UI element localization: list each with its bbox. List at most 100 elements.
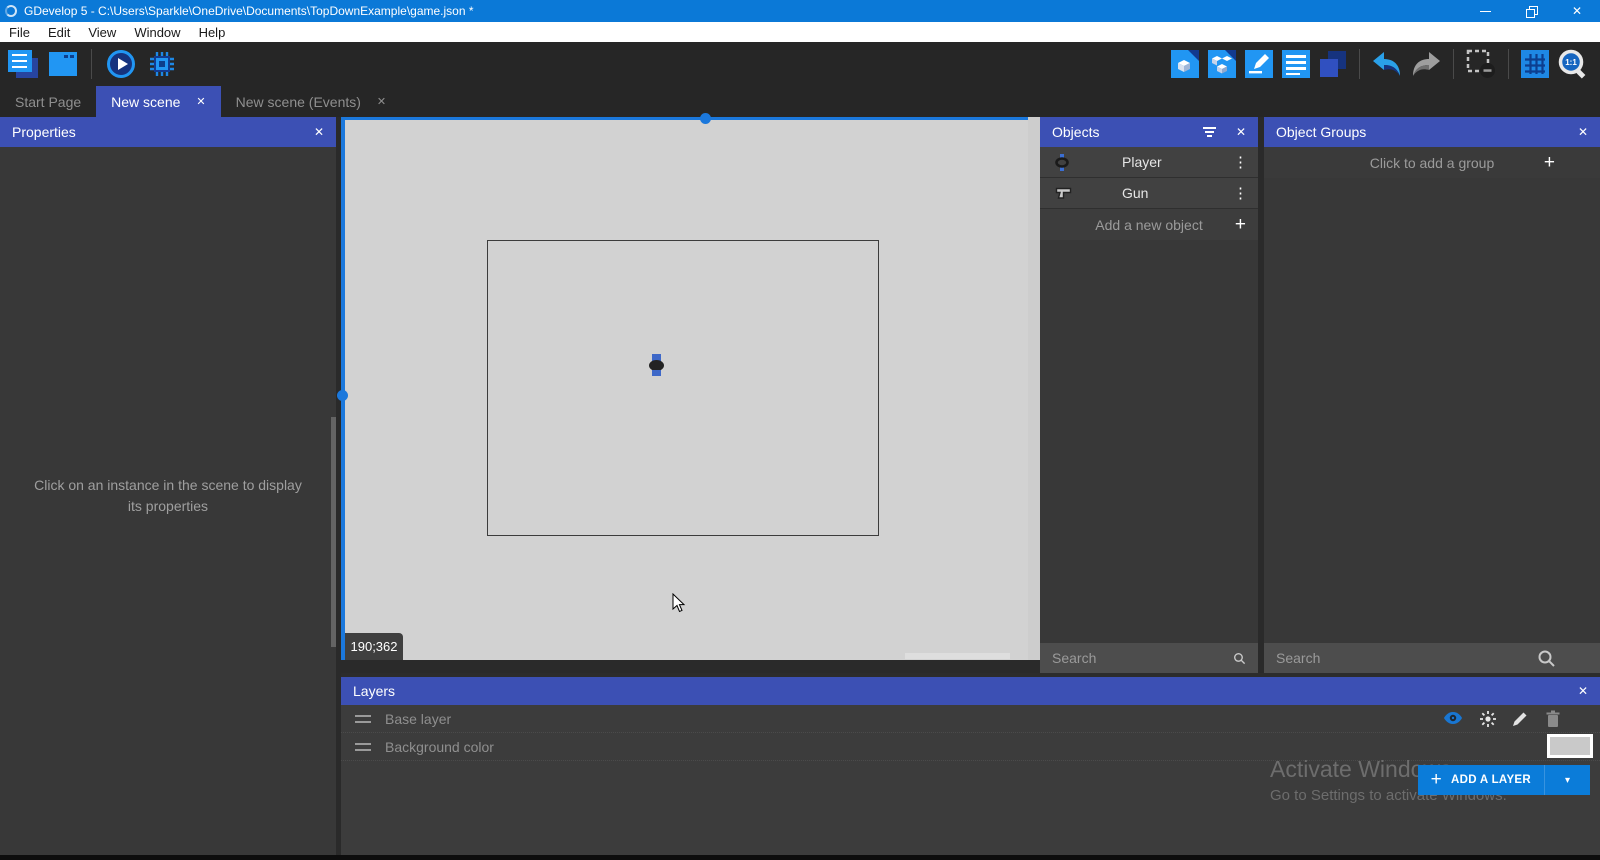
properties-panel: Properties ✕ Click on an instance in the… — [0, 117, 336, 855]
redo-icon[interactable] — [1411, 51, 1441, 77]
drag-handle-icon[interactable] — [355, 715, 371, 723]
gdevelop-window: GDevelop 5 - C:\Users\Sparkle\OneDrive\D… — [0, 0, 1600, 860]
objects-panel-icon[interactable] — [1171, 50, 1199, 78]
tab-new-scene-events[interactable]: New scene (Events) ✕ — [221, 86, 402, 117]
layer-delete-icon[interactable] — [1545, 710, 1561, 728]
objects-title: Objects — [1052, 124, 1099, 140]
undo-icon[interactable] — [1372, 51, 1402, 77]
objects-header: Objects ✕ — [1040, 117, 1258, 147]
tab-label: New scene (Events) — [236, 94, 361, 110]
search-icon — [1233, 649, 1246, 668]
layer-row-base[interactable]: Base layer — [341, 705, 1600, 733]
player-instance[interactable] — [648, 354, 665, 378]
menu-edit[interactable]: Edit — [39, 25, 79, 40]
resize-handle-left[interactable] — [337, 390, 348, 401]
properties-empty-message: Click on an instance in the scene to dis… — [27, 475, 309, 517]
scene-canvas[interactable]: 190;362 — [341, 117, 1028, 660]
object-groups-search — [1264, 643, 1600, 673]
gdevelop-logo-icon — [5, 5, 17, 17]
object-row-gun[interactable]: Gun ⋮ — [1040, 178, 1258, 209]
tab-close-icon[interactable]: ✕ — [377, 95, 386, 108]
layer-name: Background color — [385, 739, 494, 755]
object-groups-header: Object Groups ✕ — [1264, 117, 1600, 147]
cursor-coordinates-badge: 190;362 — [345, 633, 403, 660]
window-title: GDevelop 5 - C:\Users\Sparkle\OneDrive\D… — [24, 4, 474, 18]
tabbar: Start Page New scene ✕ New scene (Events… — [0, 86, 1600, 117]
restore-icon — [1526, 6, 1537, 17]
layers-title: Layers — [353, 683, 395, 699]
menu-file[interactable]: File — [0, 25, 39, 40]
titlebar: GDevelop 5 - C:\Users\Sparkle\OneDrive\D… — [0, 0, 1600, 22]
layer-name: Base layer — [385, 711, 451, 727]
deselect-all-icon[interactable] — [1466, 49, 1496, 79]
objects-search — [1040, 643, 1258, 673]
properties-close-icon[interactable]: ✕ — [314, 125, 324, 139]
canvas-horizontal-scrollbar[interactable] — [905, 653, 1010, 659]
minimize-icon — [1480, 11, 1491, 12]
editor-main: Properties ✕ Click on an instance in the… — [0, 117, 1600, 860]
object-groups-close-icon[interactable]: ✕ — [1578, 125, 1588, 139]
close-icon: ✕ — [1572, 5, 1582, 17]
tab-new-scene[interactable]: New scene ✕ — [96, 86, 220, 117]
debug-icon[interactable] — [147, 49, 177, 79]
project-manager-icon[interactable] — [8, 50, 38, 78]
toolbar: 1:1 — [0, 42, 1600, 86]
drag-handle-icon[interactable] — [355, 743, 371, 751]
resize-handle-top[interactable] — [700, 113, 711, 124]
add-layer-label: ADD A LAYER — [1451, 774, 1531, 786]
plus-icon: + — [1544, 152, 1555, 174]
add-layer-button[interactable]: + ADD A LAYER ▾ — [1418, 765, 1590, 795]
menu-window[interactable]: Window — [125, 25, 189, 40]
toolbar-divider — [1359, 49, 1360, 79]
add-group-button[interactable]: Click to add a group + — [1264, 147, 1600, 178]
object-groups-search-input[interactable] — [1276, 650, 1537, 666]
background-color-swatch[interactable] — [1547, 734, 1593, 758]
start-preview-icon[interactable] — [106, 49, 136, 79]
properties-scrollbar[interactable] — [331, 417, 336, 647]
instances-list-icon[interactable] — [1282, 50, 1310, 78]
tab-label: New scene — [111, 94, 180, 110]
restore-button[interactable] — [1508, 0, 1554, 22]
toolbar-divider — [91, 49, 92, 79]
plus-icon: + — [1235, 214, 1246, 236]
object-menu-icon[interactable]: ⋮ — [1233, 184, 1248, 202]
menubar: File Edit View Window Help — [0, 22, 1600, 42]
add-group-label: Click to add a group — [1370, 155, 1495, 171]
filter-icon[interactable] — [1203, 127, 1216, 137]
add-object-label: Add a new object — [1095, 217, 1202, 233]
objects-search-input[interactable] — [1052, 650, 1233, 666]
player-thumbnail-icon — [1055, 154, 1069, 171]
add-object-button[interactable]: Add a new object + — [1040, 209, 1258, 240]
toolbar-divider — [1453, 49, 1454, 79]
close-button[interactable]: ✕ — [1554, 0, 1600, 22]
menu-view[interactable]: View — [79, 25, 125, 40]
add-layer-dropdown[interactable]: ▾ — [1544, 765, 1590, 795]
layers-panel: Layers ✕ Base layer — [341, 673, 1600, 860]
objects-panel: Objects ✕ Player ⋮ Gun ⋮ Add a n — [1040, 117, 1258, 673]
gun-thumbnail-icon — [1055, 187, 1072, 200]
tab-label: Start Page — [15, 94, 81, 110]
game-window-border — [487, 240, 879, 536]
tab-close-icon[interactable]: ✕ — [196, 95, 205, 108]
layers-header: Layers ✕ — [341, 677, 1600, 705]
object-groups-panel-icon[interactable] — [1208, 50, 1236, 78]
window-controls: ✕ — [1462, 0, 1600, 22]
instance-properties-icon[interactable] — [1245, 50, 1273, 78]
layer-visibility-icon[interactable] — [1443, 710, 1463, 726]
layer-edit-icon[interactable] — [1511, 710, 1529, 728]
object-menu-icon[interactable]: ⋮ — [1233, 153, 1248, 171]
object-groups-panel: Object Groups ✕ Click to add a group + — [1264, 117, 1600, 673]
layers-close-icon[interactable]: ✕ — [1578, 684, 1588, 698]
tab-start-page[interactable]: Start Page — [0, 86, 96, 117]
object-row-player[interactable]: Player ⋮ — [1040, 147, 1258, 178]
layers-panel-icon[interactable] — [1319, 50, 1347, 78]
layer-effects-icon[interactable] — [1479, 710, 1497, 728]
objects-close-icon[interactable]: ✕ — [1236, 125, 1246, 139]
menu-help[interactable]: Help — [190, 25, 235, 40]
minimize-button[interactable] — [1462, 0, 1508, 22]
toggle-grid-icon[interactable] — [1521, 50, 1549, 78]
zoom-1-1-icon[interactable]: 1:1 — [1558, 49, 1588, 79]
toolbar-divider — [1508, 49, 1509, 79]
canvas-vertical-scrollbar[interactable] — [1028, 117, 1040, 660]
open-scene-icon[interactable] — [49, 52, 77, 76]
